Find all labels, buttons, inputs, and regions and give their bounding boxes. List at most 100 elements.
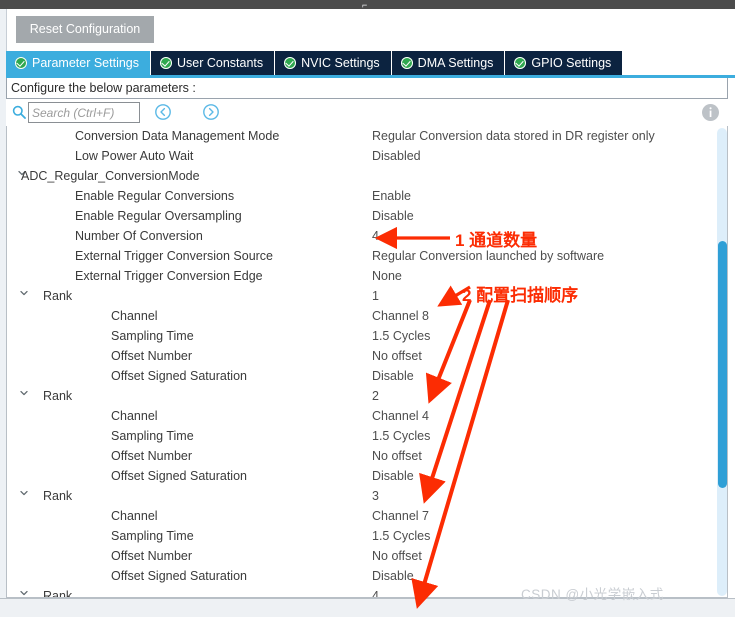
tree-row-value[interactable]: 1.5 Cycles [372,326,430,346]
tree-row-value[interactable]: Disable [372,366,414,386]
check-circle-icon [15,57,27,69]
panel-bottom-edge [0,598,735,617]
tree-row-value[interactable]: 4 [372,586,379,597]
tree-row-value[interactable]: 3 [372,486,379,506]
tree-row[interactable]: Enable Regular Conversions Enable [7,186,707,206]
window-top-strip: ⌐ [0,0,735,9]
chevron-down-icon[interactable] [17,286,31,306]
configure-instruction-bar: Configure the below parameters : [6,78,728,99]
info-icon[interactable] [702,104,719,121]
tab-label: DMA Settings [417,56,494,70]
tab-label: Parameter Settings [32,56,139,70]
tab-dma-settings[interactable]: DMA Settings [391,51,506,75]
parameter-tree-panel: Conversion Data Management Mode Regular C… [6,126,728,598]
tree-row[interactable]: Offset Number No offset [7,346,707,366]
tree-row[interactable]: Offset Signed Saturation Disable [7,366,707,386]
tree-row-label: Sampling Time [111,529,194,543]
tree-row-value[interactable]: Channel 7 [372,506,429,526]
tree-row[interactable]: Rank 1 [7,286,707,306]
tree-row-label: Sampling Time [111,429,194,443]
tree-row-value[interactable]: Disable [372,466,414,486]
tree-row-label: Low Power Auto Wait [75,149,194,163]
tree-row[interactable]: Offset Signed Saturation Disable [7,466,707,486]
tree-row-label: Offset Signed Saturation [111,469,247,483]
stm32cubemx-adc-configuration-panel: ⌐ Reset Configuration Parameter Settings… [0,0,735,617]
tree-row-value[interactable]: Regular Conversion launched by software [372,246,604,266]
tree-row-label: Channel [111,509,158,523]
tree-row-value[interactable]: Channel 8 [372,306,429,326]
tree-row[interactable]: Sampling Time 1.5 Cycles [7,526,707,546]
tree-row[interactable]: Rank 2 [7,386,707,406]
tree-row-value[interactable]: Disable [372,206,414,226]
tree-row-label: Rank [43,489,73,503]
tab-user-constants[interactable]: User Constants [151,51,276,75]
tree-row-label: Sampling Time [111,329,194,343]
check-circle-icon [514,57,527,69]
tree-row-label: External Trigger Conversion Edge [75,269,263,283]
tab-label: User Constants [177,56,264,70]
tree-row-label: Rank [43,389,73,403]
search-input[interactable] [28,102,140,123]
tree-row[interactable]: Conversion Data Management Mode Regular C… [7,126,707,146]
reset-configuration-button[interactable]: Reset Configuration [16,16,154,43]
chevron-down-icon[interactable] [17,586,31,597]
search-next-icon[interactable] [202,103,220,121]
tree-row[interactable]: Rank 3 [7,486,707,506]
chevron-down-icon[interactable] [17,486,31,506]
tree-row[interactable]: Offset Number No offset [7,446,707,466]
tree-row-label: Offset Number [111,449,193,463]
settings-tab-bar: Parameter Settings User Constants NVIC Set… [6,51,735,75]
tree-row-value[interactable]: 2 [372,386,379,406]
tree-row[interactable]: Offset Signed Saturation Disable [7,566,707,586]
tree-row-label: Offset Signed Saturation [111,569,247,583]
tree-row[interactable]: Low Power Auto Wait Disabled [7,146,707,166]
tree-row-value[interactable]: 1.5 Cycles [372,526,430,546]
tree-row-value[interactable]: Disable [372,566,414,586]
tree-row[interactable]: Channel Channel 7 [7,506,707,526]
tree-row-label: Rank [43,289,73,303]
tab-label: GPIO Settings [531,56,612,70]
tree-row-label: Channel [111,409,158,423]
tree-row-value[interactable]: No offset [372,446,422,466]
tree-row[interactable]: Number Of Conversion 4 [7,226,707,246]
tree-row-label: Offset Number [111,549,193,563]
tree-row-value[interactable]: Regular Conversion data stored in DR reg… [372,126,655,146]
tab-label: NVIC Settings [301,56,380,70]
search-icon [12,105,26,119]
tree-row[interactable]: Offset Number No offset [7,546,707,566]
tree-row-value[interactable]: No offset [372,546,422,566]
tree-row[interactable]: Channel Channel 4 [7,406,707,426]
tab-gpio-settings[interactable]: GPIO Settings [505,51,624,75]
parameter-tree-rows: Conversion Data Management Mode Regular C… [7,126,707,597]
check-circle-icon [160,57,172,69]
tree-row[interactable]: Enable Regular Oversampling Disable [7,206,707,226]
check-circle-icon [284,57,297,69]
tab-nvic-settings[interactable]: NVIC Settings [275,51,392,75]
chevron-down-icon[interactable] [17,386,31,406]
check-circle-icon [400,57,413,69]
tree-row-label: External Trigger Conversion Source [75,249,274,263]
tree-row[interactable]: Channel Channel 8 [7,306,707,326]
tree-row-value[interactable]: 4 [372,226,379,246]
tree-row[interactable]: External Trigger Conversion Edge None [7,266,707,286]
tree-row-value[interactable]: Enable [372,186,411,206]
tree-row[interactable]: Sampling Time 1.5 Cycles [7,426,707,446]
tree-row-label: Conversion Data Management Mode [75,129,280,143]
tree-row-label: Offset Number [111,349,193,363]
vertical-scrollbar-thumb[interactable] [718,241,727,488]
tree-row-label: ADC_Regular_ConversionMode [21,169,200,183]
tree-row-value[interactable]: No offset [372,346,422,366]
tree-row[interactable]: Rank 4 [7,586,707,597]
tree-row[interactable]: ADC_Regular_ConversionMode [7,166,707,186]
tree-row-label: Offset Signed Saturation [111,369,247,383]
tree-row-label: Enable Regular Oversampling [75,209,242,223]
tab-parameter-settings[interactable]: Parameter Settings [6,51,151,75]
tree-row-value[interactable]: 1 [372,286,379,306]
tree-row-value[interactable]: Channel 4 [372,406,429,426]
tree-row-value[interactable]: Disabled [372,146,421,166]
tree-row[interactable]: Sampling Time 1.5 Cycles [7,326,707,346]
tree-row-value[interactable]: None [372,266,402,286]
search-previous-icon[interactable] [154,103,172,121]
tree-row-value[interactable]: 1.5 Cycles [372,426,430,446]
tree-row[interactable]: External Trigger Conversion Source Regula… [7,246,707,266]
